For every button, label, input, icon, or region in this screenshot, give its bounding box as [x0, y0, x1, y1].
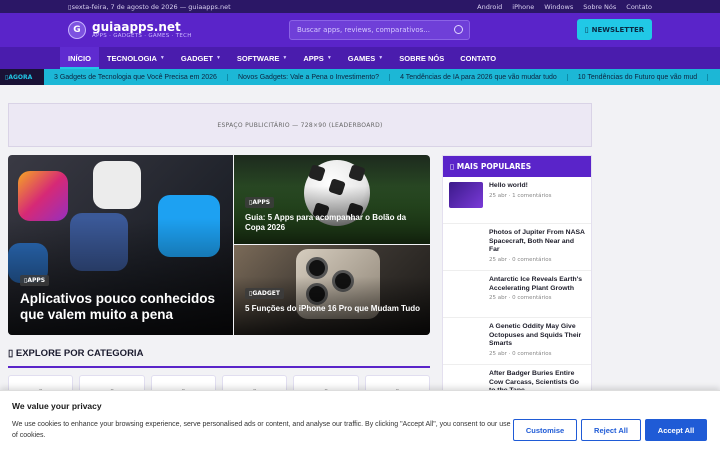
- nav-item-tecnologia[interactable]: TECNOLOGIA ▼: [99, 47, 173, 69]
- nav-label: TECNOLOGIA: [106, 53, 157, 63]
- explore-section-heading: ▯ EXPLORE POR CATEGORIA: [8, 348, 430, 368]
- site-header: G guiaapps.net APPS · GADGETS · GAMES · …: [0, 13, 720, 47]
- accept-all-button[interactable]: Accept All: [645, 419, 707, 441]
- hero-card-title[interactable]: Guia: 5 Apps para acompanhar o Bolão da …: [245, 213, 425, 233]
- nav-label: INÍCIO: [68, 53, 91, 63]
- date-label: ▯sexta-feira, 7 de agosto de 2026 — guia…: [68, 3, 231, 11]
- nav-item-games[interactable]: GAMES ▼: [340, 47, 391, 69]
- nav-item-apps[interactable]: APPS ▼: [295, 47, 339, 69]
- nav-label: SOFTWARE: [236, 53, 280, 63]
- ticker-label: ▯ AGORA: [0, 69, 44, 85]
- popular-item[interactable]: Hello world! 25 abr · 1 comentários: [443, 177, 591, 224]
- news-ticker: ▯ AGORA 3 Gadgets de Tecnologia que Você …: [0, 69, 720, 85]
- chevron-down-icon: ▼: [159, 55, 165, 61]
- search-placeholder: Buscar apps, reviews, comparativos...: [297, 26, 430, 34]
- popular-item-title[interactable]: Photos of Jupiter From NASA Spacecraft, …: [489, 229, 585, 255]
- hero-main-card[interactable]: ▯APPS Aplicativos pouco conhecidos que v…: [8, 155, 233, 335]
- category-badge[interactable]: ▯GADGET: [245, 288, 284, 299]
- logo-icon: G: [68, 21, 86, 39]
- ticker-label-text: AGORA: [8, 73, 33, 81]
- date-text: sexta-feira, 7 de agosto de 2026 — guiaa…: [71, 2, 231, 11]
- search-input[interactable]: Buscar apps, reviews, comparativos...: [289, 20, 470, 40]
- hero-card-bottom-right[interactable]: ▯GADGET 5 Funções do iPhone 16 Pro que M…: [234, 245, 430, 335]
- nav-item-inicio[interactable]: INÍCIO: [60, 47, 99, 69]
- popular-item-meta: 25 abr · 1 comentários: [489, 192, 552, 199]
- popular-item[interactable]: A Genetic Oddity May Give Octopuses and …: [443, 318, 591, 365]
- badge-label: APPS: [27, 277, 46, 284]
- site-name: guiaapps.net: [92, 19, 181, 34]
- cookie-title: We value your privacy: [12, 401, 102, 411]
- chevron-down-icon: ▼: [326, 55, 332, 61]
- top-link-contato[interactable]: Contato: [626, 3, 652, 11]
- hero-card-top-right[interactable]: ▯APPS Guia: 5 Apps para acompanhar o Bol…: [234, 155, 430, 244]
- top-bar: ▯sexta-feira, 7 de agosto de 2026 — guia…: [0, 0, 720, 13]
- ticker-items: 3 Gadgets de Tecnologia que Você Precisa…: [44, 73, 709, 81]
- chevron-down-icon: ▼: [282, 55, 288, 61]
- top-link-sobre[interactable]: Sobre Nós: [583, 3, 616, 11]
- top-link-windows[interactable]: Windows: [544, 3, 573, 11]
- reject-all-button[interactable]: Reject All: [581, 419, 641, 441]
- popular-item-meta: 25 abr · 0 comentários: [489, 295, 552, 302]
- category-badge[interactable]: ▯APPS: [245, 197, 275, 208]
- nav-item-sobre[interactable]: SOBRE NÓS: [391, 47, 452, 69]
- ad-label: ESPAÇO PUBLICITÁRIO — 728×90 (LEADERBOAR…: [217, 121, 383, 129]
- sidebar-title: MAIS POPULARES: [456, 162, 532, 171]
- popular-item-meta: 25 abr · 0 comentários: [489, 256, 552, 263]
- post-thumbnail: [449, 323, 483, 349]
- ticker-item[interactable]: 10 Tendências do Futuro que vão mud: [568, 73, 709, 81]
- hero-grid: ▯APPS Aplicativos pouco conhecidos que v…: [8, 155, 430, 335]
- nav-item-software[interactable]: SOFTWARE ▼: [229, 47, 295, 69]
- badge-label: GADGET: [252, 290, 280, 297]
- hero-card-title[interactable]: 5 Funções do iPhone 16 Pro que Mudam Tud…: [245, 304, 425, 314]
- top-links: Android iPhone Windows Sobre Nós Contato: [477, 3, 652, 11]
- nav-label: CONTATO: [460, 53, 497, 63]
- grid-icon: ▯: [8, 348, 14, 359]
- post-thumbnail: [449, 229, 483, 255]
- post-thumbnail: [449, 276, 483, 302]
- top-link-iphone[interactable]: iPhone: [512, 3, 534, 11]
- ad-leaderboard: ESPAÇO PUBLICITÁRIO — 728×90 (LEADERBOAR…: [8, 103, 592, 147]
- hero-main-title[interactable]: Aplicativos pouco conhecidos que valem m…: [20, 291, 225, 323]
- newsletter-label: NEWSLETTER: [591, 25, 645, 34]
- nav-item-contato[interactable]: CONTATO: [452, 47, 504, 69]
- customise-button[interactable]: Customise: [513, 419, 577, 441]
- popular-item-title[interactable]: Antarctic Ice Reveals Earth's Accelerati…: [489, 276, 585, 293]
- nav-label: GADGET: [180, 53, 213, 63]
- site-logo[interactable]: G guiaapps.net APPS · GADGETS · GAMES · …: [68, 21, 192, 39]
- nav-item-gadget[interactable]: GADGET ▼: [173, 47, 229, 69]
- mail-icon: ▯: [584, 25, 589, 34]
- popular-item-title[interactable]: Hello world!: [489, 182, 552, 191]
- sidebar-heading: ▯ MAIS POPULARES: [443, 156, 591, 177]
- category-badge[interactable]: ▯APPS: [20, 275, 50, 286]
- popular-item[interactable]: Photos of Jupiter From NASA Spacecraft, …: [443, 224, 591, 271]
- popular-item-meta: 25 abr · 0 comentários: [489, 350, 552, 357]
- cookie-text: We use cookies to enhance your browsing …: [12, 421, 511, 439]
- ticker-item[interactable]: 3 Gadgets de Tecnologia que Você Precisa…: [44, 73, 228, 81]
- newsletter-button[interactable]: ▯ NEWSLETTER: [577, 19, 652, 40]
- badge-label: APPS: [252, 199, 271, 206]
- site-tagline: APPS · GADGETS · GAMES · TECH: [92, 32, 192, 39]
- explore-title: EXPLORE POR CATEGORIA: [15, 348, 144, 359]
- fire-icon: ▯: [450, 162, 455, 171]
- popular-item-title[interactable]: A Genetic Oddity May Give Octopuses and …: [489, 323, 585, 349]
- nav-label: SOBRE NÓS: [399, 53, 445, 63]
- chevron-down-icon: ▼: [215, 55, 221, 61]
- nav-label: GAMES: [347, 53, 376, 63]
- top-link-android[interactable]: Android: [477, 3, 502, 11]
- popular-item[interactable]: Antarctic Ice Reveals Earth's Accelerati…: [443, 271, 591, 318]
- sidebar-popular: ▯ MAIS POPULARES Hello world! 25 abr · 1 …: [442, 155, 592, 412]
- nav-label: APPS: [303, 53, 324, 63]
- search-icon[interactable]: [454, 25, 463, 34]
- ticker-item[interactable]: 4 Tendências de IA para 2026 que vão mud…: [390, 73, 568, 81]
- ticker-item[interactable]: Novos Gadgets: Vale a Pena o Investiment…: [228, 73, 391, 81]
- main-nav: INÍCIO TECNOLOGIA ▼ GADGET ▼ SOFTWARE ▼ APP…: [0, 47, 720, 69]
- post-thumbnail: [449, 182, 483, 208]
- cookie-consent-banner: We value your privacy We use cookies to …: [0, 390, 720, 450]
- chevron-down-icon: ▼: [378, 55, 384, 61]
